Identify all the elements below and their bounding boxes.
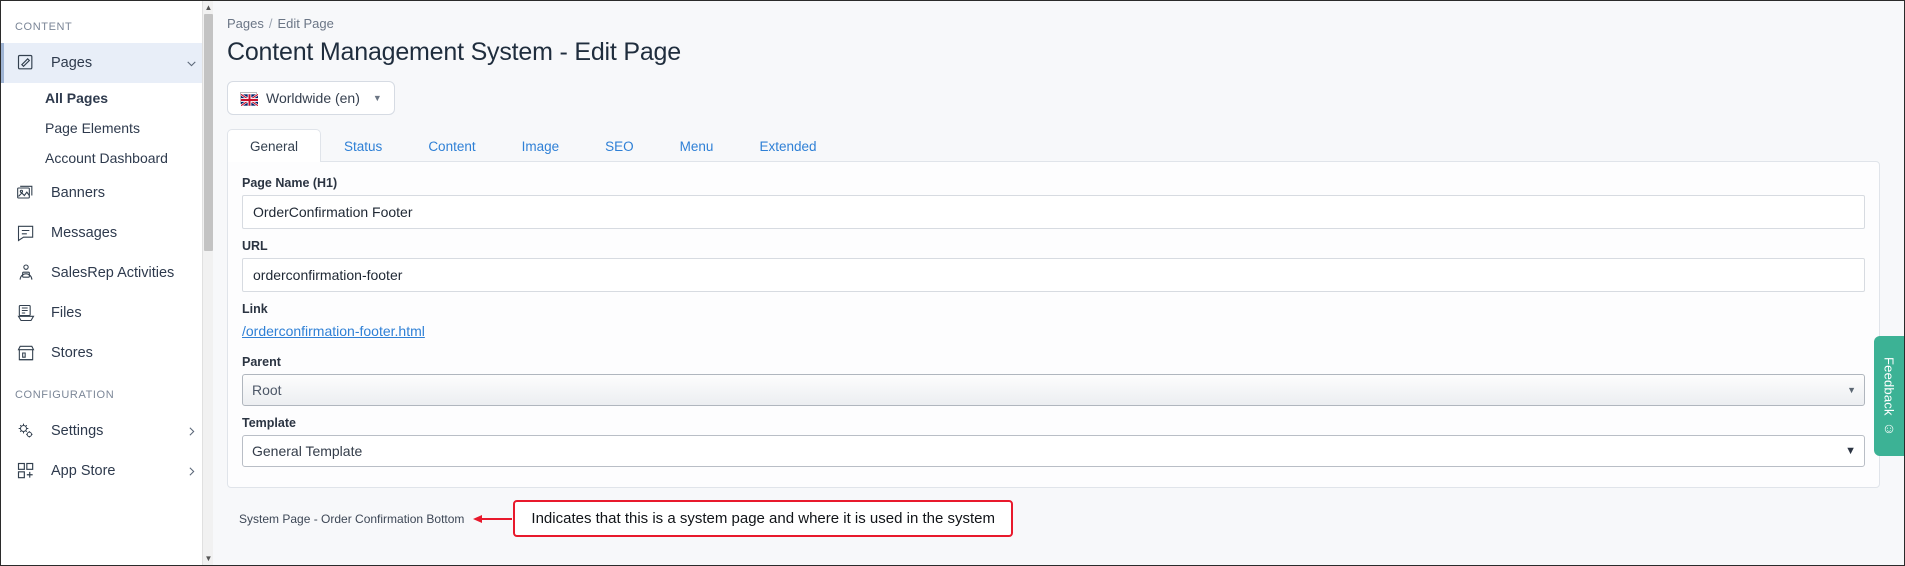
sidebar-item-label: Banners (51, 185, 198, 201)
field-page-name: Page Name (H1) (242, 176, 1865, 229)
sidebar-item-stores[interactable]: Stores (1, 333, 212, 373)
template-label: Template (242, 416, 1865, 430)
page-name-input[interactable] (242, 195, 1865, 229)
language-selector[interactable]: Worldwide (en) ▼ (227, 81, 395, 115)
tab-content[interactable]: Content (405, 129, 498, 162)
tab-seo[interactable]: SEO (582, 129, 657, 162)
chevron-right-icon (185, 425, 198, 438)
files-icon (15, 302, 37, 324)
chevron-down-icon: ▼ (373, 93, 382, 103)
messages-icon (15, 222, 37, 244)
appstore-icon (15, 460, 37, 482)
tab-general[interactable]: General (227, 129, 321, 162)
sidebar-item-pages[interactable]: Pages (1, 43, 212, 83)
sidebar-item-label: Files (51, 305, 198, 321)
page-title: Content Management System - Edit Page (227, 35, 1880, 81)
field-parent: Parent Root ▼ (242, 355, 1865, 406)
language-selector-value: Worldwide (en) (266, 90, 360, 106)
scroll-down-arrow-icon[interactable]: ▼ (204, 552, 213, 565)
sidebar-item-label: SalesRep Activities (51, 265, 198, 281)
parent-label: Parent (242, 355, 1865, 369)
tab-image[interactable]: Image (499, 129, 583, 162)
settings-icon (15, 420, 37, 442)
stores-icon (15, 342, 37, 364)
sidebar-item-label: Settings (51, 423, 185, 439)
scroll-up-arrow-icon[interactable]: ▲ (204, 1, 213, 14)
sidebar-item-label: Stores (51, 345, 198, 361)
sidebar-section-configuration: CONFIGURATION (1, 373, 212, 411)
application-window: CONTENT Pages All Pages Page Elements Ac… (0, 0, 1905, 566)
sidebar-item-label: Messages (51, 225, 198, 241)
sidebar-item-banners[interactable]: Banners (1, 173, 212, 213)
page-link[interactable]: /orderconfirmation-footer.html (242, 323, 425, 339)
url-label: URL (242, 239, 1865, 253)
breadcrumb: Pages / Edit Page (227, 11, 1880, 35)
chevron-down-icon (185, 57, 198, 70)
sidebar-subnav-pages: All Pages Page Elements Account Dashboar… (1, 83, 212, 173)
link-label: Link (242, 302, 1865, 316)
sidebar-subitem-page-elements[interactable]: Page Elements (45, 113, 212, 143)
system-page-note: System Page - Order Confirmation Bottom (239, 512, 464, 526)
link-row: /orderconfirmation-footer.html (242, 321, 1865, 345)
sidebar-item-messages[interactable]: Messages (1, 213, 212, 253)
banners-icon (15, 182, 37, 204)
sidebar: CONTENT Pages All Pages Page Elements Ac… (1, 1, 213, 565)
sidebar-item-salesrep-activities[interactable]: SalesRep Activities (1, 253, 212, 293)
uk-flag-icon (240, 92, 257, 104)
tab-extended[interactable]: Extended (736, 129, 839, 162)
smiley-icon: ☺ (1882, 421, 1896, 435)
salesrep-icon (15, 262, 37, 284)
sidebar-item-files[interactable]: Files (1, 293, 212, 333)
tab-status[interactable]: Status (321, 129, 405, 162)
sidebar-section-content: CONTENT (1, 15, 212, 43)
general-tab-panel: Page Name (H1) URL Link /orderconfirmati… (227, 161, 1880, 488)
template-select[interactable]: General Template (242, 435, 1865, 467)
main-content: Pages / Edit Page Content Management Syste… (213, 1, 1904, 565)
tab-menu[interactable]: Menu (657, 129, 737, 162)
sidebar-subitem-all-pages[interactable]: All Pages (45, 83, 212, 113)
sidebar-item-app-store[interactable]: App Store (1, 451, 212, 491)
parent-select[interactable]: Root (242, 374, 1865, 406)
tab-bar: General Status Content Image SEO Menu Ex… (227, 129, 1880, 162)
sidebar-scrollbar-thumb[interactable] (204, 14, 213, 251)
feedback-tab[interactable]: Feedback ☺ (1874, 336, 1904, 456)
footer-annotation-row: System Page - Order Confirmation Bottom … (227, 488, 1880, 537)
sidebar-item-label: App Store (51, 463, 185, 479)
annotation-arrow-icon (473, 512, 513, 526)
field-link: Link /orderconfirmation-footer.html (242, 302, 1865, 345)
feedback-label: Feedback (1882, 357, 1897, 416)
sidebar-item-settings[interactable]: Settings (1, 411, 212, 451)
sidebar-item-label: Pages (51, 55, 185, 71)
sidebar-scrollbar[interactable]: ▲ ▼ (202, 1, 213, 565)
pages-icon (15, 52, 37, 74)
page-name-label: Page Name (H1) (242, 176, 1865, 190)
chevron-right-icon (185, 465, 198, 478)
breadcrumb-current: Edit Page (278, 16, 334, 31)
breadcrumb-separator: / (269, 16, 273, 31)
url-input[interactable] (242, 258, 1865, 292)
field-template: Template General Template ▼ (242, 416, 1865, 467)
breadcrumb-link-pages[interactable]: Pages (227, 16, 264, 31)
field-url: URL (242, 239, 1865, 292)
sidebar-subitem-account-dashboard[interactable]: Account Dashboard (45, 143, 212, 173)
annotation-callout: Indicates that this is a system page and… (513, 500, 1013, 537)
